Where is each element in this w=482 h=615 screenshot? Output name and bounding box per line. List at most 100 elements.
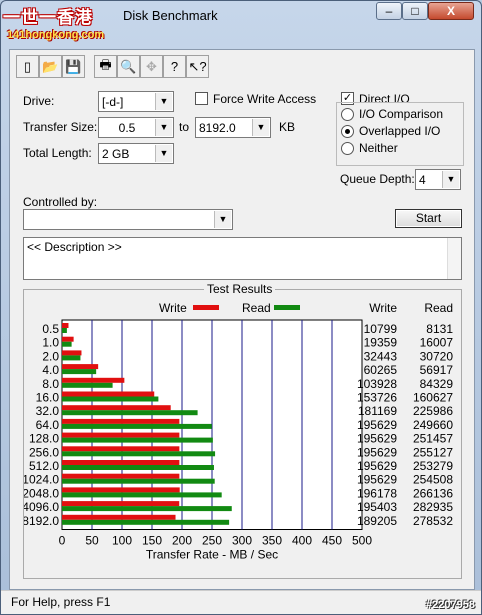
- total-length-label: Total Length:: [23, 146, 92, 160]
- read-bar: [62, 423, 212, 429]
- print-preview-button[interactable]: 🔍: [117, 55, 140, 78]
- y-tick-label: 0.5: [42, 322, 59, 336]
- chevron-down-icon[interactable]: ▼: [155, 119, 172, 136]
- total-length-select[interactable]: 2 GB ▼: [98, 143, 174, 164]
- drive-label: Drive:: [23, 94, 55, 108]
- overlapped-io-label: Overlapped I/O: [359, 124, 441, 138]
- transfer-from-value: 0.5: [118, 121, 136, 135]
- queue-depth-select[interactable]: 4 ▼: [415, 169, 461, 190]
- to-label: to: [179, 120, 190, 134]
- write-value: 195629: [357, 473, 397, 487]
- write-value: 189205: [357, 514, 397, 528]
- chevron-down-icon[interactable]: ▼: [155, 93, 172, 110]
- status-bar: For Help, press F1 #2207958: [1, 590, 481, 614]
- write-value: 195629: [357, 459, 397, 473]
- move-button[interactable]: ✥: [140, 55, 163, 78]
- save-button[interactable]: 💾: [62, 55, 85, 78]
- write-value: 196178: [357, 486, 397, 500]
- maximize-button[interactable]: □: [402, 2, 428, 20]
- new-button[interactable]: ▯: [16, 55, 39, 78]
- legend-write-label: Write: [159, 301, 187, 315]
- write-value: 19359: [364, 336, 398, 350]
- site-logo: 一世一香港: [3, 8, 93, 27]
- read-value: 249660: [413, 418, 453, 432]
- open-button[interactable]: 📂: [39, 55, 62, 78]
- read-bar: [62, 478, 215, 484]
- force-write-label: Force Write Access: [213, 92, 317, 106]
- y-tick-label: 256.0: [29, 445, 59, 459]
- read-value: 251457: [413, 432, 453, 446]
- write-bar: [62, 364, 99, 370]
- legend-write-swatch: [193, 305, 219, 310]
- test-results-group: Test Results 0 50 100 150 200 250 300 350 400 450…: [23, 282, 462, 579]
- write-value: 153726: [357, 391, 397, 405]
- x-tick-label: 0: [59, 534, 66, 548]
- neither-radio[interactable]: [341, 142, 354, 155]
- transfer-to-select[interactable]: 8192.0 ▼: [195, 117, 271, 138]
- transfer-rate-chart: 0 50 100 150 200 250 300 350 400 450 500 Transfer R…: [24, 301, 453, 562]
- title-bar[interactable]: 一世一香港 141hongkong.com Disk Benchmark – □…: [1, 1, 481, 41]
- y-tick-label: 512.0: [29, 459, 59, 473]
- drive-select[interactable]: [-d-] ▼: [98, 91, 174, 112]
- description-box[interactable]: << Description >>: [23, 237, 462, 280]
- kb-label: KB: [279, 120, 296, 134]
- queue-depth-value: 4: [419, 173, 426, 187]
- open-folder-icon: 📂: [42, 58, 59, 74]
- write-value: 32443: [364, 349, 398, 363]
- write-bar: [62, 473, 180, 479]
- window-title: Disk Benchmark: [123, 8, 218, 23]
- chevron-down-icon[interactable]: ▼: [252, 119, 269, 136]
- y-tick-label: 8192.0: [24, 514, 59, 528]
- chevron-down-icon[interactable]: ▼: [442, 171, 459, 188]
- write-bar: [62, 432, 180, 438]
- write-bar: [62, 514, 176, 520]
- write-bar: [62, 350, 82, 356]
- help-button[interactable]: ?: [163, 55, 186, 78]
- read-bar: [62, 451, 216, 457]
- write-bar: [62, 460, 180, 465]
- y-tick-label: 8.0: [42, 377, 59, 391]
- read-value: 255127: [413, 445, 453, 459]
- y-tick-label: 16.0: [36, 391, 60, 405]
- col-header-write: Write: [369, 301, 397, 315]
- write-bar: [62, 487, 180, 493]
- read-bar: [62, 328, 67, 333]
- app-window: 一世一香港 141hongkong.com Disk Benchmark – □…: [0, 0, 482, 615]
- y-tick-label: 4096.0: [24, 500, 59, 514]
- write-value: 195629: [357, 432, 397, 446]
- x-tick-label: 350: [262, 534, 282, 548]
- help-icon: ?: [170, 59, 179, 74]
- transfer-size-label: Transfer Size:: [23, 120, 98, 134]
- io-comparison-radio[interactable]: [341, 108, 354, 121]
- y-tick-label: 1.0: [42, 336, 59, 350]
- write-bar: [62, 501, 180, 507]
- write-value: 195403: [357, 500, 397, 514]
- write-value: 60265: [364, 363, 398, 377]
- write-bar: [62, 377, 125, 383]
- transfer-from-select[interactable]: 0.5 ▼: [98, 117, 174, 138]
- force-write-checkbox[interactable]: [195, 92, 208, 105]
- read-bar: [62, 437, 213, 443]
- read-bar: [62, 341, 72, 347]
- write-value: 195629: [357, 418, 397, 432]
- context-help-button[interactable]: ↖?: [186, 55, 209, 78]
- site-logo-url: 141hongkong.com: [7, 29, 105, 41]
- x-tick-label: 300: [232, 534, 252, 548]
- legend-read-label: Read: [242, 301, 271, 315]
- description-scrollbar[interactable]: [447, 238, 461, 279]
- chevron-down-icon[interactable]: ▼: [155, 145, 172, 162]
- close-button[interactable]: X: [428, 2, 474, 20]
- minimize-button[interactable]: –: [376, 2, 402, 20]
- drive-value: [-d-]: [102, 95, 124, 109]
- read-bar: [62, 519, 230, 525]
- chevron-down-icon[interactable]: ▼: [214, 211, 231, 228]
- print-button[interactable]: 🖶: [94, 55, 117, 78]
- forum-watermark: #2207958: [426, 599, 475, 611]
- start-button[interactable]: Start: [395, 209, 462, 228]
- y-tick-label: 4.0: [42, 363, 59, 377]
- write-value: 10799: [364, 322, 398, 336]
- x-tick-label: 100: [112, 534, 132, 548]
- overlapped-io-radio[interactable]: [341, 125, 354, 138]
- controlled-by-label: Controlled by:: [23, 195, 98, 209]
- controlled-by-select[interactable]: ▼: [23, 209, 233, 230]
